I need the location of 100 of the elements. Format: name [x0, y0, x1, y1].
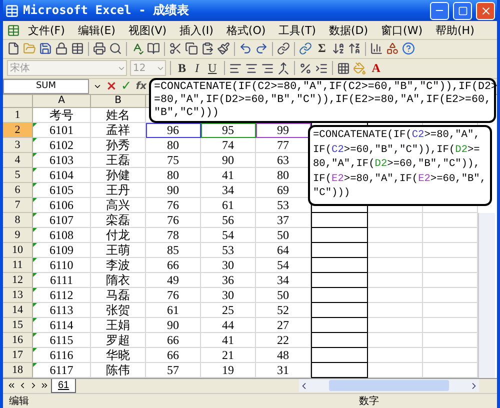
- merge-icon[interactable]: [276, 62, 290, 75]
- next-sheet-icon[interactable]: [29, 381, 38, 390]
- align-center-icon[interactable]: [244, 62, 258, 75]
- empty-cell: [368, 288, 423, 302]
- chart-icon[interactable]: [370, 42, 383, 56]
- row-header[interactable]: 13: [3, 288, 33, 302]
- table-cell: 50: [256, 228, 311, 242]
- table-cell: 90: [146, 182, 201, 198]
- new-file-icon[interactable]: [7, 42, 20, 56]
- save-icon[interactable]: [39, 42, 52, 56]
- row-header[interactable]: 3: [3, 138, 33, 152]
- row-header[interactable]: 8: [3, 212, 33, 228]
- row-header[interactable]: 5: [3, 168, 33, 182]
- row-header[interactable]: 9: [3, 228, 33, 242]
- autosum-button[interactable]: Σ: [315, 41, 329, 56]
- align-right-icon[interactable]: [260, 62, 274, 75]
- undo-icon[interactable]: [239, 42, 252, 56]
- horizontal-scrollbar[interactable]: [299, 379, 479, 392]
- row-header[interactable]: 10: [3, 242, 33, 258]
- sort-ascending-icon[interactable]: [332, 42, 345, 56]
- column-header[interactable]: A: [33, 94, 91, 108]
- spellcheck-icon[interactable]: [131, 42, 144, 56]
- column-header[interactable]: B: [91, 94, 146, 108]
- table-cell: 49: [146, 272, 201, 288]
- percent-icon[interactable]: [298, 62, 312, 75]
- row-header[interactable]: 11: [3, 258, 33, 272]
- help-icon[interactable]: [402, 42, 415, 56]
- table-cell: 付龙: [91, 228, 146, 242]
- underline-button[interactable]: U: [205, 60, 220, 76]
- menu-item[interactable]: 插入(I): [174, 22, 218, 38]
- scroll-thumb[interactable]: [329, 380, 449, 391]
- menu-item[interactable]: 文件(F): [23, 22, 70, 38]
- borders-icon[interactable]: [336, 62, 350, 75]
- table-cell: 66: [146, 258, 201, 272]
- fill-color-icon[interactable]: [352, 62, 366, 75]
- row-header[interactable]: 1: [3, 108, 33, 122]
- table-cell: 王娟: [91, 318, 146, 332]
- table-cell: 6107: [33, 212, 91, 228]
- menu-item[interactable]: 视图(V): [123, 22, 172, 38]
- table-cell: 90: [146, 318, 201, 332]
- row-header[interactable]: 7: [3, 198, 33, 212]
- bold-button[interactable]: B: [175, 60, 190, 76]
- last-sheet-icon[interactable]: [40, 381, 49, 390]
- error-flag-icon: [33, 212, 37, 216]
- table-cell: 6106: [33, 198, 91, 212]
- name-box[interactable]: SUM: [3, 78, 89, 94]
- function-button[interactable]: fx: [136, 80, 147, 92]
- link-icon[interactable]: [277, 42, 290, 56]
- row-header[interactable]: 17: [3, 348, 33, 362]
- clipboard-icon[interactable]: [201, 42, 214, 56]
- paintbrush-icon[interactable]: [217, 42, 230, 56]
- book-icon[interactable]: [147, 42, 160, 56]
- vertical-scrollbar[interactable]: [478, 212, 495, 378]
- row-header[interactable]: 14: [3, 302, 33, 318]
- close-button[interactable]: [476, 2, 495, 20]
- lock-icon[interactable]: [55, 42, 68, 56]
- menu-item[interactable]: 窗口(W): [376, 22, 428, 38]
- sort-descending-icon[interactable]: [348, 42, 361, 56]
- search-icon[interactable]: [109, 42, 122, 56]
- menu-item[interactable]: 编辑(E): [72, 22, 120, 38]
- empty-cell: [368, 242, 423, 258]
- row-header[interactable]: 4: [3, 152, 33, 168]
- indent-icon[interactable]: [314, 62, 328, 75]
- table-cell: 6109: [33, 242, 91, 258]
- table-cell: 76: [146, 212, 201, 228]
- empty-cell: [423, 242, 478, 258]
- row-header[interactable]: 18: [3, 362, 33, 378]
- formula-text: IF(E2>=80,"A",IF(E2>=60,"B",: [313, 172, 486, 186]
- table-icon[interactable]: [71, 42, 84, 56]
- menu-item[interactable]: 工具(T): [274, 22, 321, 38]
- menu-item[interactable]: 数据(D): [324, 22, 374, 38]
- menu-item[interactable]: 帮助(H): [430, 22, 480, 38]
- row-header[interactable]: 16: [3, 332, 33, 348]
- row-header[interactable]: 15: [3, 318, 33, 332]
- scissors-icon[interactable]: [169, 42, 182, 56]
- cancel-button[interactable]: ×: [106, 78, 117, 94]
- row-header[interactable]: 12: [3, 272, 33, 288]
- table-cell: 华晓: [91, 348, 146, 362]
- empty-cell: [368, 332, 423, 348]
- row-header[interactable]: 6: [3, 182, 33, 198]
- print-icon[interactable]: [93, 42, 106, 56]
- sheet-tab[interactable]: 61: [51, 378, 76, 392]
- error-flag-icon: [33, 168, 37, 172]
- minimize-button[interactable]: [430, 2, 449, 20]
- previous-sheet-icon[interactable]: [18, 381, 27, 390]
- table-cell: 孟祥: [91, 122, 146, 138]
- drawing-icon[interactable]: [386, 42, 399, 56]
- table-cell: 54: [201, 228, 256, 242]
- menu-item[interactable]: 格式(O): [221, 22, 271, 38]
- status-indicator: 数字: [359, 394, 379, 408]
- redo-icon[interactable]: [255, 42, 268, 56]
- align-left-icon[interactable]: [228, 62, 242, 75]
- italic-button[interactable]: I: [192, 60, 202, 76]
- copy-icon[interactable]: [185, 42, 198, 56]
- row-header[interactable]: 2: [3, 122, 33, 138]
- maximize-button[interactable]: [453, 2, 472, 20]
- empty-cell: [311, 228, 368, 242]
- font-color-button[interactable]: A: [368, 60, 384, 76]
- first-sheet-icon[interactable]: [7, 381, 16, 390]
- table-cell: 张贺: [91, 302, 146, 318]
